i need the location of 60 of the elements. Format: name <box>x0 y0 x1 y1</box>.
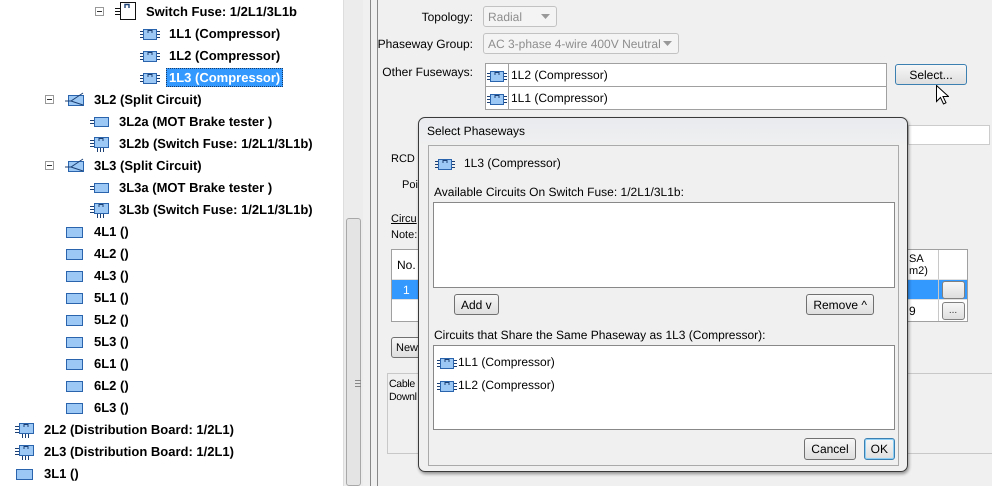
board-icon <box>15 420 35 438</box>
cursor-icon <box>936 85 949 105</box>
dialog-button[interactable]: OK <box>864 438 895 460</box>
info-text: Downl <box>389 391 417 404</box>
scrollbar-thumb[interactable] <box>346 218 361 486</box>
info-text: Cable <box>389 378 415 391</box>
section-heading: Circu <box>391 212 417 227</box>
tree-item[interactable]: 3L1 () <box>41 464 82 482</box>
tree-item[interactable]: 3L3a (MOT Brake tester ) <box>116 178 276 196</box>
tree-item[interactable]: 3L2 (Split Circuit) <box>91 90 205 108</box>
tree-item[interactable]: Switch Fuse: 1/2L1/3L1b <box>143 2 300 20</box>
tree-item[interactable]: 6L2 () <box>91 376 132 394</box>
tree-item[interactable]: 6L1 () <box>91 354 132 372</box>
grid-cell: 1L2 (Compressor) <box>511 68 608 82</box>
other-fuseways-label: Other Fuseways: <box>381 65 473 79</box>
tree-item[interactable]: 3L2a (MOT Brake tester ) <box>116 112 276 130</box>
collapse-icon[interactable] <box>45 160 54 170</box>
label: Poi <box>402 178 418 193</box>
board-icon <box>90 200 110 218</box>
splitter-grip-icon[interactable] <box>354 379 360 388</box>
list-label: Available Circuits On Switch Fuse: 1/2L1/3L1b: <box>434 185 685 199</box>
tree-item[interactable]: 5L1 () <box>91 288 132 306</box>
select-button[interactable]: Select... <box>895 64 967 85</box>
list-box[interactable] <box>433 202 895 288</box>
browse-button[interactable]: ... <box>942 302 964 320</box>
remove-button[interactable]: Remove ^ <box>806 294 874 315</box>
collapse-icon[interactable] <box>95 6 104 16</box>
input-field[interactable] <box>908 125 990 145</box>
list-box[interactable]: 1L1 (Compressor) 1L2 (Compressor) <box>433 345 895 430</box>
tree-item[interactable]: 5L2 () <box>91 310 132 328</box>
browse-button[interactable] <box>942 280 964 298</box>
split-icon <box>65 91 85 107</box>
tree-item[interactable]: 3L3 (Split Circuit) <box>91 156 205 174</box>
tree-item[interactable]: 4L1 () <box>91 222 132 240</box>
circuit-name: 1L3 (Compressor) <box>464 156 561 170</box>
topology-label: Topology: <box>420 10 473 24</box>
list-item[interactable]: 1L2 (Compressor) <box>458 378 555 392</box>
dialog-button[interactable]: Cancel <box>804 438 856 460</box>
tree-item[interactable]: 2L2 (Distribution Board: 1/2L1) <box>41 420 237 438</box>
tree-item[interactable]: 3L3b (Switch Fuse: 1/2L1/3L1b) <box>116 200 316 218</box>
rcd-label: RCD <box>391 152 415 167</box>
board-icon <box>15 442 35 460</box>
tree-item[interactable]: 1L1 (Compressor) <box>166 24 284 42</box>
tree-item[interactable]: 5L3 () <box>91 332 132 350</box>
collapse-icon[interactable] <box>45 94 54 104</box>
tree-item[interactable]: 1L2 (Compressor) <box>166 46 284 64</box>
note-label: Note: <box>391 228 418 243</box>
add-button[interactable]: Add v <box>454 294 499 315</box>
list-item[interactable]: 1L1 (Compressor) <box>458 354 555 368</box>
tree-item[interactable]: 3L2b (Switch Fuse: 1/2L1/3L1b) <box>116 134 316 152</box>
phaseway-group-label: Phaseway Group: <box>377 36 473 50</box>
split-icon <box>65 157 85 173</box>
tree-item[interactable]: 4L2 () <box>91 244 132 262</box>
grid-cell: 1L1 (Compressor) <box>511 91 608 105</box>
board-icon <box>90 134 110 152</box>
tree-item[interactable]: 2L3 (Distribution Board: 1/2L1) <box>41 442 237 460</box>
tree-item[interactable]: 6L3 () <box>91 398 132 416</box>
dialog-title: Select Phaseways <box>426 123 526 140</box>
tree-item[interactable]: 4L3 () <box>91 266 132 284</box>
scrollbar[interactable] <box>343 0 363 486</box>
